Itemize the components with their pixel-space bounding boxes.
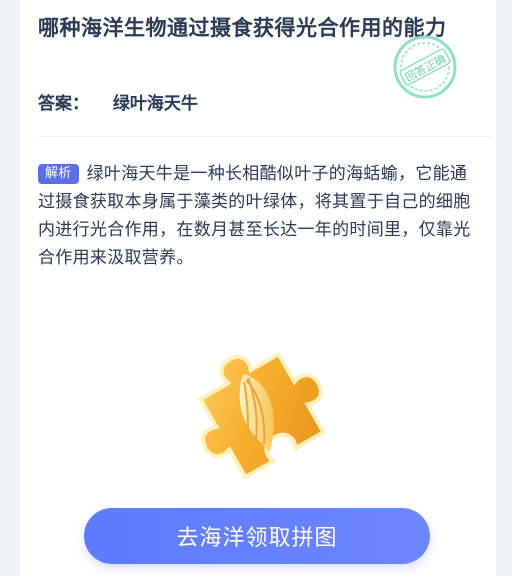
answer-label: 答案： bbox=[38, 94, 89, 114]
answer-value: 绿叶海天牛 bbox=[112, 94, 198, 114]
explanation: 解析 绿叶海天牛是一种长相酷似叶子的海蛞蝓，它能通过摄食获取本身属于藻类的叶绿体，… bbox=[38, 160, 482, 272]
explanation-tag: 解析 bbox=[38, 164, 79, 184]
explanation-text: 绿叶海天牛是一种长相酷似叶子的海蛞蝓，它能通过摄食获取本身属于藻类的叶绿体，将其… bbox=[38, 164, 471, 268]
correct-answer-stamp: 回答正确 bbox=[393, 35, 457, 99]
answer-row: 答案： 绿叶海天牛 bbox=[38, 89, 198, 114]
divider bbox=[38, 136, 492, 137]
collect-puzzle-button[interactable]: 去海洋领取拼图 bbox=[84, 508, 430, 564]
puzzle-piece-icon bbox=[197, 351, 327, 480]
